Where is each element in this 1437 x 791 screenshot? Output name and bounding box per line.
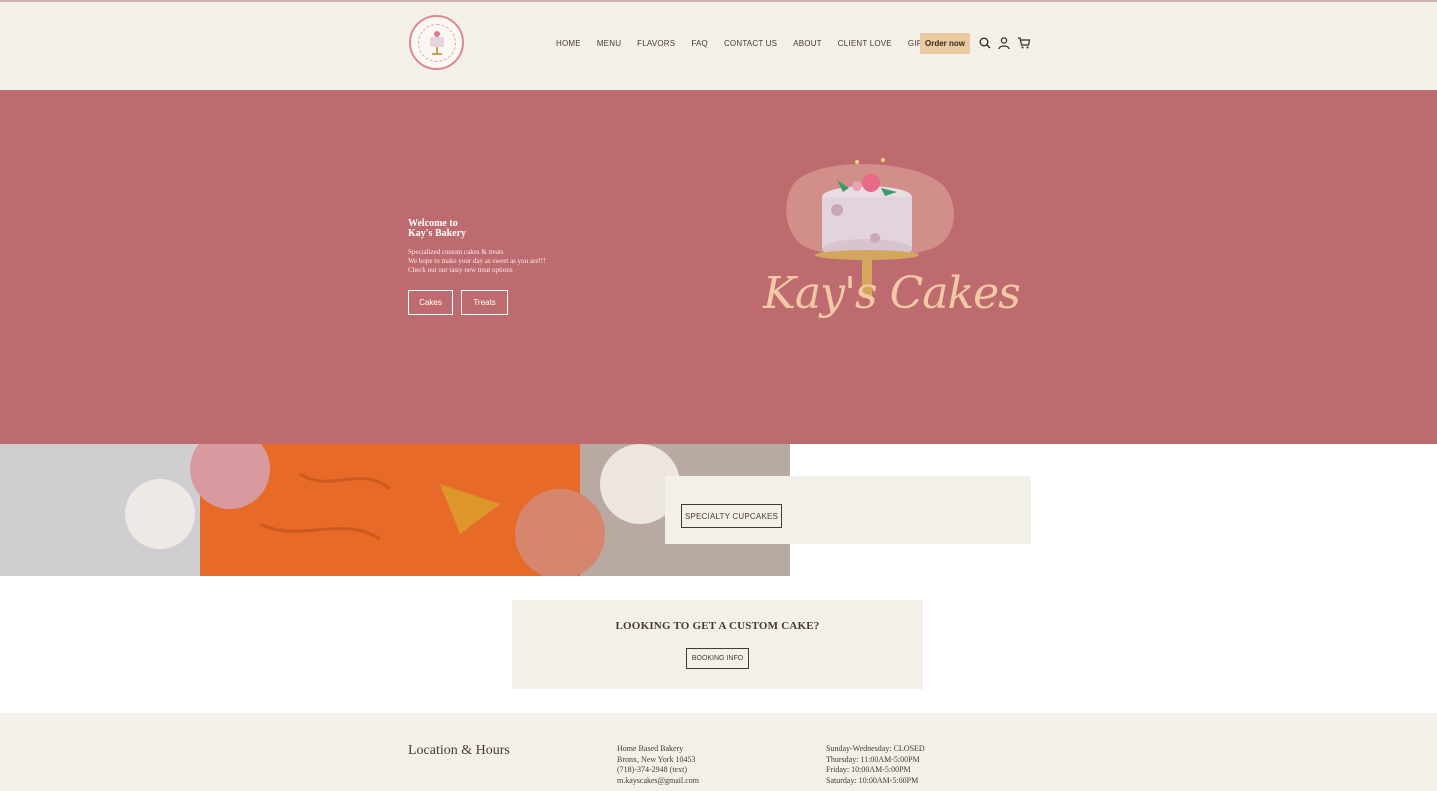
footer-title: Location & Hours bbox=[408, 743, 510, 758]
account-icon[interactable] bbox=[997, 36, 1011, 50]
treats-button[interactable]: Treats bbox=[461, 290, 508, 315]
order-now-button[interactable]: Order now bbox=[920, 33, 970, 54]
nav-home[interactable]: HOME bbox=[556, 39, 581, 48]
footer: Location & Hours Home Based Bakery Bronx… bbox=[0, 713, 1437, 791]
hours-block: Sunday-Wednesday: CLOSED Thursday: 11:00… bbox=[826, 744, 925, 786]
nav-contact-us[interactable]: CONTACT US bbox=[724, 39, 777, 48]
phone-number[interactable]: (718)-374-2948 (text) bbox=[617, 765, 699, 776]
cake-icon bbox=[417, 23, 456, 62]
address-block: Home Based Bakery Bronx, New York 10453 … bbox=[617, 744, 699, 786]
site-header: HOME MENU FLAVORS FAQ CONTACT US ABOUT C… bbox=[0, 2, 1437, 90]
cakes-button[interactable]: Cakes bbox=[408, 290, 453, 315]
hours-line: Sunday-Wednesday: CLOSED bbox=[826, 744, 925, 753]
address-line: Bronx, New York 10453 bbox=[617, 754, 696, 764]
hours-line: Thursday: 11:00AM-5:00PM bbox=[826, 754, 920, 764]
kays-cakes-script-logo: Kay's Cakes bbox=[763, 268, 1021, 319]
email-link[interactable]: m.kayscakes@gmail.com bbox=[617, 776, 699, 787]
nav-about[interactable]: ABOUT bbox=[793, 39, 822, 48]
custom-cake-section: LOOKING TO GET A CUSTOM CAKE? BOOKING IN… bbox=[512, 600, 923, 689]
nav-client-love[interactable]: CLIENT LOVE bbox=[838, 39, 892, 48]
site-logo[interactable] bbox=[409, 15, 464, 70]
nav-flavors[interactable]: FLAVORS bbox=[637, 39, 675, 48]
hours-line: Saturday: 10:00AM-5:00PM bbox=[826, 775, 919, 785]
hours-line: Friday: 10:00AM-5:00PM bbox=[826, 765, 911, 774]
main-nav: HOME MENU FLAVORS FAQ CONTACT US ABOUT C… bbox=[548, 35, 961, 51]
hero-description: Specialized custom cakes & treats We hop… bbox=[408, 248, 546, 274]
nav-menu[interactable]: MENU bbox=[597, 39, 621, 48]
cart-icon[interactable] bbox=[1017, 36, 1031, 50]
hero-title: Welcome to Kay's Bakery bbox=[408, 218, 467, 239]
address-line: Home Based Bakery bbox=[617, 744, 684, 753]
custom-cake-title: LOOKING TO GET A CUSTOM CAKE? bbox=[615, 620, 820, 632]
search-icon[interactable] bbox=[978, 36, 992, 50]
specialty-cupcakes-button[interactable]: SPECIALTY CUPCAKES bbox=[681, 504, 782, 528]
hero-banner: Welcome to Kay's Bakery Specialized cust… bbox=[0, 90, 1437, 444]
cake-illustration bbox=[786, 158, 955, 298]
booking-info-button[interactable]: BOOKING INFO bbox=[686, 648, 749, 669]
nav-faq[interactable]: FAQ bbox=[691, 39, 708, 48]
